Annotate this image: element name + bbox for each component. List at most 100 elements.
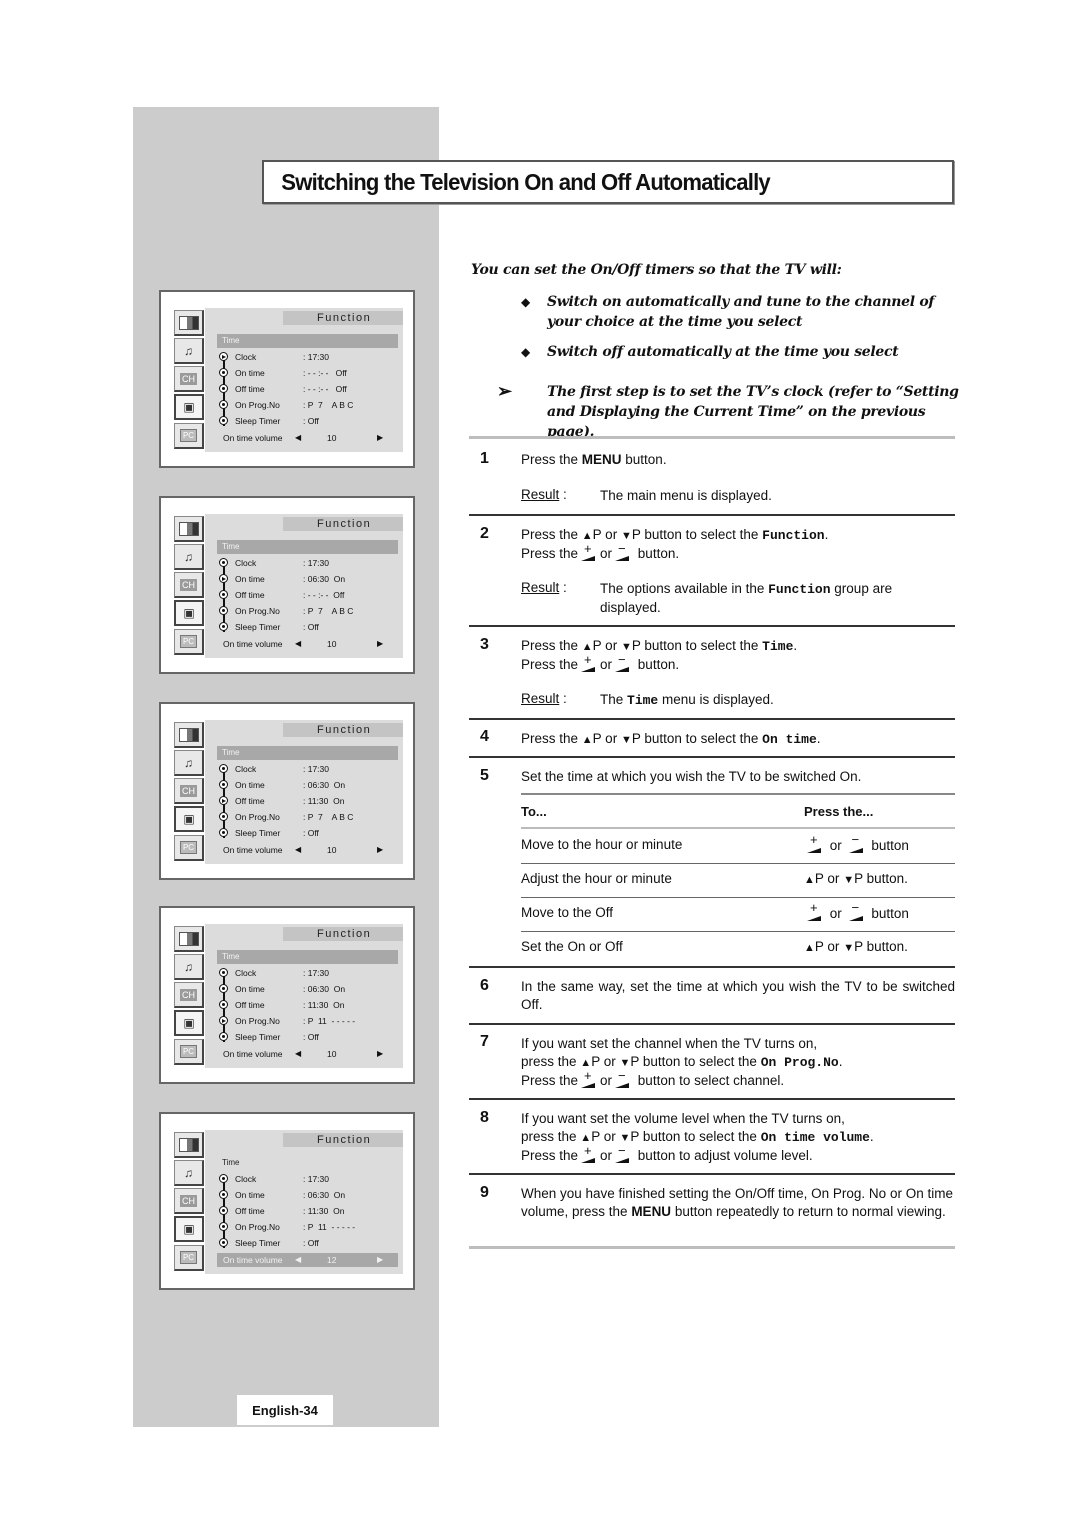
radio-bullet-icon	[219, 1174, 228, 1183]
function-icon: ▣	[174, 1216, 204, 1242]
right-arrow-icon: ▶	[377, 1255, 384, 1264]
radio-bullet-icon	[219, 590, 228, 599]
osd-row: Sleep Timer : Off	[219, 826, 399, 841]
osd-row: Clock : 17:30	[219, 1172, 399, 1187]
osd-group-time: Time	[222, 1158, 240, 1167]
step-number: 1	[480, 450, 489, 467]
osd-row: Clock : 17:30	[219, 350, 399, 365]
divider	[469, 436, 955, 439]
picture-icon	[174, 516, 204, 542]
radio-bullet-icon	[219, 416, 228, 425]
radio-bullet-icon	[219, 606, 228, 615]
osd-screenshot: ♫ CH ▣ PC Function Time Clock : 17:30 On time…	[159, 702, 415, 880]
divider	[469, 1023, 955, 1025]
radio-bullet-icon	[219, 828, 228, 837]
up-triangle-icon: ▲	[804, 874, 815, 886]
step-number: 7	[480, 1033, 489, 1050]
osd-row: On Prog.No : P 7 A B C	[219, 810, 399, 825]
plus-button-icon: +	[581, 541, 597, 561]
channel-icon: CH	[174, 982, 204, 1008]
step-1-result: The main menu is displayed.	[600, 488, 772, 503]
osd-header: Function	[283, 927, 403, 941]
left-arrow-icon: ◀	[295, 433, 302, 442]
function-icon: ▣	[174, 394, 204, 420]
sound-icon: ♫	[174, 954, 204, 980]
page-title: Switching the Television On and Off Auto…	[281, 169, 770, 195]
osd-side-icons: ♫ CH ▣ PC	[173, 308, 205, 452]
osd-row: Off time : - - :- - Off	[219, 382, 399, 397]
osd-menu: ♫ CH ▣ PC Function Time Clock : 17:30 On time…	[173, 1130, 403, 1274]
radio-bullet-icon	[219, 812, 228, 821]
divider	[469, 625, 955, 627]
plus-button-icon: +	[807, 900, 823, 921]
osd-header: Function	[283, 723, 403, 737]
plus-button-icon: +	[581, 1068, 597, 1088]
osd-main: Function Time Clock : 17:30 On time : 06:…	[205, 720, 403, 864]
osd-menu: ♫ CH ▣ PC Function Time Clock : 17:30 On time…	[173, 514, 403, 658]
minus-button-icon: −	[615, 1068, 631, 1088]
minus-button-icon: −	[615, 1143, 631, 1163]
osd-row: Off time : 11:30 On	[219, 794, 399, 809]
step-number: 6	[480, 977, 489, 994]
pc-icon: PC	[174, 835, 204, 861]
minus-button-icon: −	[848, 900, 865, 921]
sound-icon: ♫	[174, 544, 204, 570]
osd-row: On time : 06:30 On	[219, 778, 399, 793]
divider	[469, 514, 955, 516]
radio-bullet-icon	[219, 558, 228, 567]
pc-icon: PC	[174, 629, 204, 655]
step-number: 3	[480, 636, 489, 653]
osd-header: Function	[283, 1133, 403, 1147]
divider	[469, 756, 955, 758]
down-triangle-icon: ▼	[620, 734, 632, 746]
divider	[521, 793, 955, 795]
osd-screenshot: ♫ CH ▣ PC Function Time Clock : 17:30 On time…	[159, 290, 415, 468]
plus-button-icon: +	[581, 1143, 597, 1163]
osd-volume-row: On time volume ◀ 10 ▶	[223, 433, 384, 443]
diamond-bullet-icon: ◆	[521, 345, 530, 359]
left-arrow-icon: ◀	[295, 639, 302, 648]
step-8-text: If you want set the volume level when th…	[521, 1111, 874, 1163]
up-triangle-icon: ▲	[581, 734, 593, 746]
radio-bullet-icon	[219, 1032, 228, 1041]
play-bullet-icon	[219, 796, 228, 805]
channel-icon: CH	[174, 572, 204, 598]
picture-icon	[174, 722, 204, 748]
step-2-text: Press the ▲P or ▼P button to select the …	[521, 527, 829, 561]
radio-bullet-icon	[219, 1190, 228, 1199]
divider	[469, 1246, 955, 1249]
diamond-bullet-icon: ◆	[521, 295, 530, 309]
step-5-text: Set the time at which you wish the TV to…	[521, 769, 862, 784]
osd-group-time: Time	[217, 950, 398, 964]
function-icon: ▣	[174, 600, 204, 626]
step-1-text: Press the MENU button.	[521, 452, 667, 467]
sound-icon: ♫	[174, 338, 204, 364]
osd-header: Function	[283, 311, 403, 325]
play-bullet-icon	[219, 574, 228, 583]
sound-icon: ♫	[174, 1160, 204, 1186]
function-icon: ▣	[174, 806, 204, 832]
osd-row: Off time : 11:30 On	[219, 1204, 399, 1219]
plus-button-icon: +	[581, 652, 597, 672]
osd-row: On time : 06:30 On	[219, 982, 399, 997]
radio-bullet-icon	[219, 780, 228, 789]
plus-button-icon: +	[807, 832, 823, 853]
radio-bullet-icon	[219, 384, 228, 393]
step-3-result: The Time menu is displayed.	[600, 692, 774, 708]
divider	[469, 1098, 955, 1100]
osd-row: Off time : - - :- - Off	[219, 588, 399, 603]
osd-row: On Prog.No : P 11 - - - - -	[219, 1220, 399, 1235]
osd-row: Sleep Timer : Off	[219, 1030, 399, 1045]
pc-icon: PC	[174, 1039, 204, 1065]
divider	[469, 718, 955, 720]
note: ➢ The first step is to set the TV’s cloc…	[497, 381, 959, 441]
step-4-text: Press the ▲P or ▼P button to select the …	[521, 731, 821, 747]
picture-icon	[174, 310, 204, 336]
radio-bullet-icon	[219, 400, 228, 409]
pc-icon: PC	[174, 423, 204, 449]
minus-button-icon: −	[615, 541, 631, 561]
radio-bullet-icon	[219, 984, 228, 993]
picture-icon	[174, 926, 204, 952]
step-9-text: When you have finished setting the On/Of…	[521, 1186, 953, 1219]
down-triangle-icon: ▼	[843, 874, 855, 886]
